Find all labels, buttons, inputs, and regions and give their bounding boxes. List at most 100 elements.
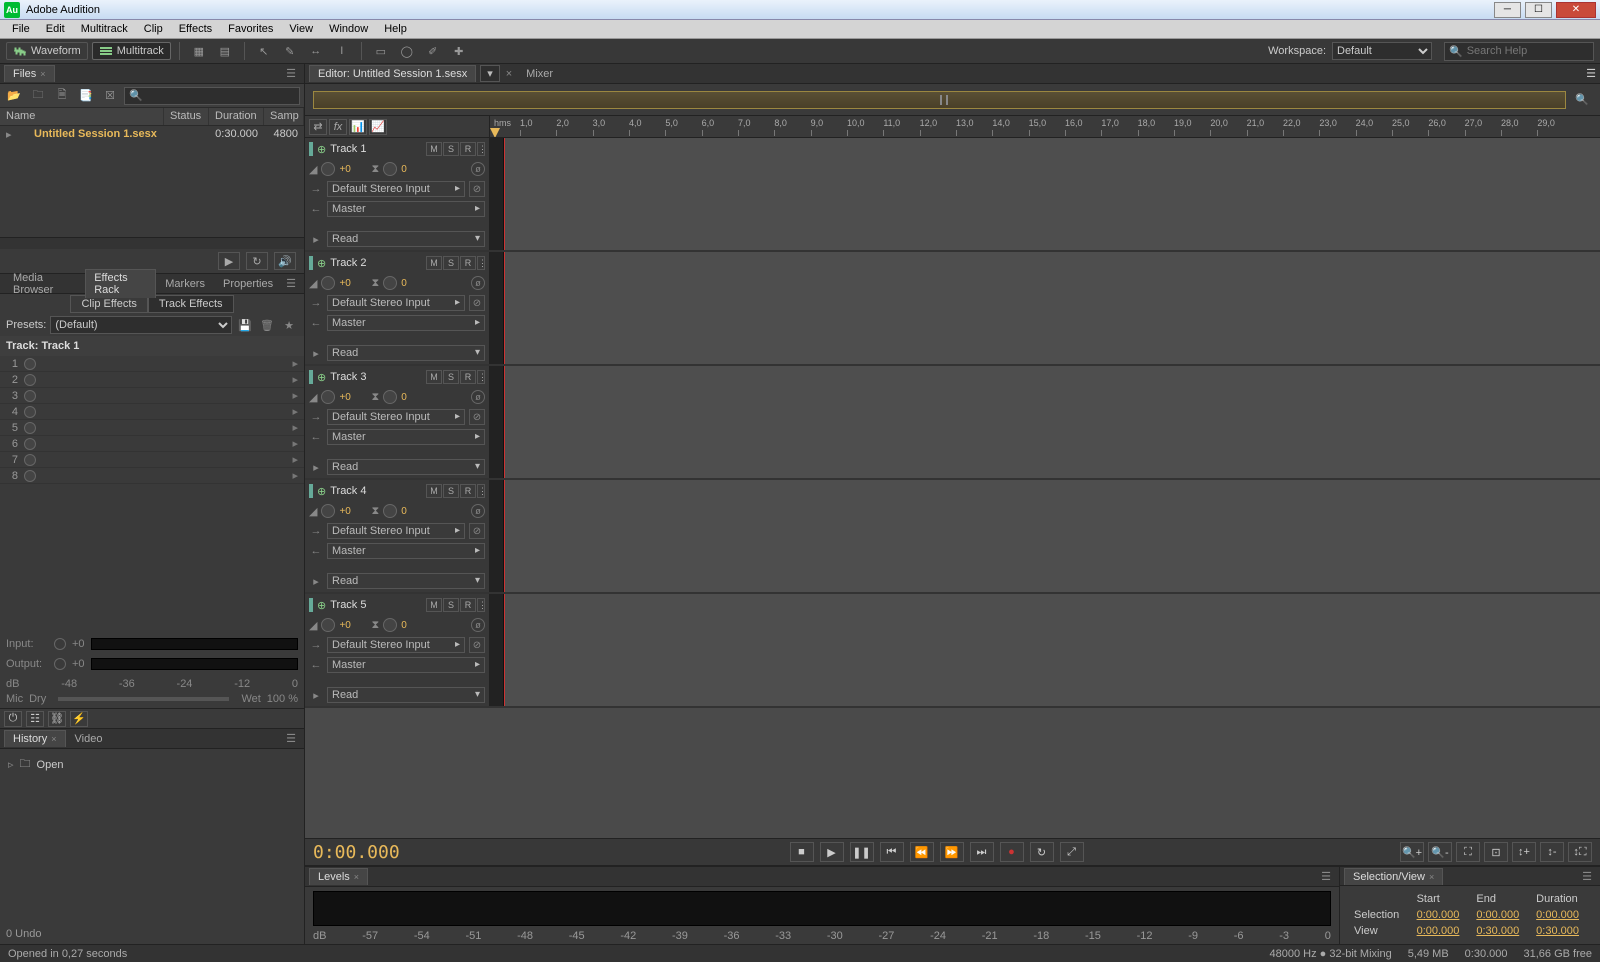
power-icon[interactable] — [24, 438, 36, 450]
automation-arrow-icon[interactable]: ▸ — [309, 575, 323, 588]
spectral-pitch-toggle[interactable]: ▤ — [214, 41, 236, 61]
view-dur[interactable]: 0:30.000 — [1532, 924, 1590, 938]
waveform-toggle[interactable]: Waveform — [6, 42, 88, 60]
zoom-out-amp-button[interactable]: ↕- — [1540, 842, 1564, 862]
zoom-out-button[interactable]: 🔍- — [1428, 842, 1452, 862]
arm-record-button[interactable]: R — [460, 598, 476, 612]
tab-effects-rack[interactable]: Effects Rack — [85, 269, 156, 298]
track-lane[interactable] — [504, 366, 1600, 478]
files-search[interactable]: 🔍 — [124, 87, 300, 105]
phase-icon[interactable]: ø — [471, 390, 485, 404]
pan-knob[interactable] — [383, 162, 397, 176]
presets-select[interactable]: (Default) — [50, 316, 232, 334]
view-end[interactable]: 0:30.000 — [1472, 924, 1530, 938]
menu-clip[interactable]: Clip — [136, 21, 171, 37]
volume-value[interactable]: +0 — [339, 620, 359, 631]
automation-select[interactable]: Read▾ — [327, 687, 485, 703]
workspace-select[interactable]: Default — [1332, 42, 1432, 60]
arm-record-button[interactable]: R — [460, 142, 476, 156]
track-name[interactable]: Track 1 — [330, 143, 422, 155]
solo-button[interactable]: S — [443, 370, 459, 384]
view-start[interactable]: 0:00.000 — [1413, 924, 1471, 938]
input-select[interactable]: Default Stereo Input▸ — [327, 637, 465, 653]
spectral-freq-toggle[interactable]: ▦ — [188, 41, 210, 61]
power-icon[interactable] — [24, 470, 36, 482]
files-scrollbar[interactable] — [0, 237, 304, 249]
razor-tool[interactable]: ✎ — [279, 41, 301, 61]
mix-slider[interactable] — [58, 697, 229, 701]
input-mono-button[interactable]: ⊘ — [469, 637, 485, 653]
new-file-icon[interactable]: 🗎 — [52, 87, 72, 105]
solo-button[interactable]: S — [443, 598, 459, 612]
volume-knob[interactable] — [321, 162, 335, 176]
input-mono-button[interactable]: ⊘ — [469, 409, 485, 425]
save-preset-icon[interactable]: 💾 — [236, 316, 254, 334]
skip-selection-button[interactable]: ⤢ — [1060, 842, 1084, 862]
monitor-button[interactable]: ⋮ — [477, 598, 485, 612]
col-duration[interactable]: Duration — [209, 108, 264, 125]
fx-power-button[interactable]: ⏻ — [4, 711, 22, 727]
monitor-button[interactable]: ⋮ — [477, 370, 485, 384]
solo-button[interactable]: S — [443, 256, 459, 270]
history-tab[interactable]: History× — [4, 730, 66, 747]
maximize-button[interactable]: ☐ — [1525, 2, 1552, 18]
output-gain[interactable]: +0 — [72, 658, 85, 670]
close-icon[interactable]: × — [40, 69, 45, 79]
toggle-fx-button[interactable]: fx — [329, 119, 347, 135]
selview-tab[interactable]: Selection/View× — [1344, 868, 1443, 885]
overview-handle[interactable] — [940, 95, 948, 105]
overview-bar[interactable] — [313, 91, 1566, 109]
play-button[interactable]: ▶ — [820, 842, 844, 862]
volume-knob[interactable] — [321, 390, 335, 404]
record-arm-icon[interactable]: ⊕ — [317, 485, 326, 498]
pan-value[interactable]: 0 — [401, 506, 421, 517]
output-select[interactable]: Master▸ — [327, 429, 485, 445]
sel-end[interactable]: 0:00.000 — [1472, 908, 1530, 922]
brush-tool[interactable]: ✐ — [422, 41, 444, 61]
lasso-tool[interactable]: ◯ — [396, 41, 418, 61]
pan-value[interactable]: 0 — [401, 278, 421, 289]
power-icon[interactable] — [24, 358, 36, 370]
multitrack-toggle[interactable]: Multitrack — [92, 42, 171, 60]
menu-help[interactable]: Help — [376, 21, 415, 37]
fx-slot-6[interactable]: 6▸ — [0, 436, 304, 452]
import-file-icon[interactable]: 🗀 — [28, 87, 48, 105]
favorite-icon[interactable]: ★ — [280, 316, 298, 334]
insert-multitrack-icon[interactable]: 📑 — [76, 87, 96, 105]
fx-apply-button[interactable]: ⚡ — [70, 711, 88, 727]
rewind-button[interactable]: ⏪ — [910, 842, 934, 862]
zoom-reset-amp-button[interactable]: ↕⛶ — [1568, 842, 1592, 862]
files-list[interactable]: ▸ Untitled Session 1.sesx 0:30.000 4800 — [0, 126, 304, 237]
arm-record-button[interactable]: R — [460, 256, 476, 270]
playhead-icon[interactable] — [490, 128, 500, 137]
tab-media-browser[interactable]: Media Browser — [4, 269, 85, 298]
volume-value[interactable]: +0 — [339, 164, 359, 175]
power-icon[interactable] — [24, 422, 36, 434]
mute-button[interactable]: M — [426, 598, 442, 612]
go-start-button[interactable]: ⏮ — [880, 842, 904, 862]
toggle-sends-button[interactable]: 📊 — [349, 119, 367, 135]
history-item[interactable]: ▹ 🗀 Open — [4, 753, 300, 776]
output-select[interactable]: Master▸ — [327, 543, 485, 559]
editor-tab[interactable]: Editor: Untitled Session 1.sesx — [309, 65, 476, 82]
slip-tool[interactable]: ↔ — [305, 41, 327, 61]
pan-value[interactable]: 0 — [401, 620, 421, 631]
mute-button[interactable]: M — [426, 484, 442, 498]
power-icon[interactable] — [24, 390, 36, 402]
delete-preset-icon[interactable]: 🗑 — [258, 316, 276, 334]
track-name[interactable]: Track 2 — [330, 257, 422, 269]
track-lane[interactable] — [504, 594, 1600, 706]
go-end-button[interactable]: ⏭ — [970, 842, 994, 862]
fx-slot-5[interactable]: 5▸ — [0, 420, 304, 436]
input-gain[interactable]: +0 — [72, 638, 85, 650]
sel-dur[interactable]: 0:00.000 — [1532, 908, 1590, 922]
output-select[interactable]: Master▸ — [327, 315, 485, 331]
zoom-in-amp-button[interactable]: ↕+ — [1512, 842, 1536, 862]
tab-markers[interactable]: Markers — [156, 275, 214, 292]
automation-arrow-icon[interactable]: ▸ — [309, 233, 323, 246]
track-name[interactable]: Track 4 — [330, 485, 422, 497]
mute-button[interactable]: M — [426, 370, 442, 384]
close-button[interactable]: ✕ — [1556, 2, 1596, 18]
solo-button[interactable]: S — [443, 142, 459, 156]
panel-menu-icon[interactable]: ☰ — [1586, 67, 1596, 80]
